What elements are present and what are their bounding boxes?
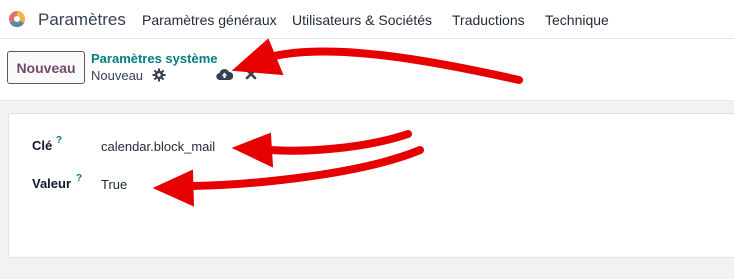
menu-users-companies[interactable]: Utilisateurs & Sociétés bbox=[292, 12, 432, 28]
cloud-upload-icon[interactable] bbox=[216, 67, 233, 81]
menu-technical[interactable]: Technique bbox=[545, 12, 609, 28]
top-navbar: Paramètres Paramètres généraux Utilisate… bbox=[0, 0, 734, 39]
breadcrumb-current: Nouveau bbox=[91, 68, 144, 83]
value-field[interactable]: True bbox=[101, 177, 127, 192]
menu-general-settings[interactable]: Paramètres généraux bbox=[142, 12, 277, 28]
app-name[interactable]: Paramètres bbox=[38, 10, 126, 30]
key-help-tooltip[interactable]: ? bbox=[56, 135, 62, 146]
menu-translations[interactable]: Traductions bbox=[452, 12, 525, 28]
value-label: Valeur bbox=[32, 176, 72, 191]
app-logo-icon[interactable] bbox=[8, 10, 26, 28]
close-icon[interactable] bbox=[245, 68, 257, 80]
new-button[interactable]: Nouveau bbox=[7, 51, 85, 84]
value-help-tooltip[interactable]: ? bbox=[76, 173, 82, 184]
gear-icon[interactable] bbox=[152, 68, 166, 82]
breadcrumb-parent[interactable]: Paramètres système bbox=[91, 51, 217, 66]
key-label: Clé bbox=[32, 138, 53, 153]
key-field[interactable]: calendar.block_mail bbox=[101, 139, 215, 154]
